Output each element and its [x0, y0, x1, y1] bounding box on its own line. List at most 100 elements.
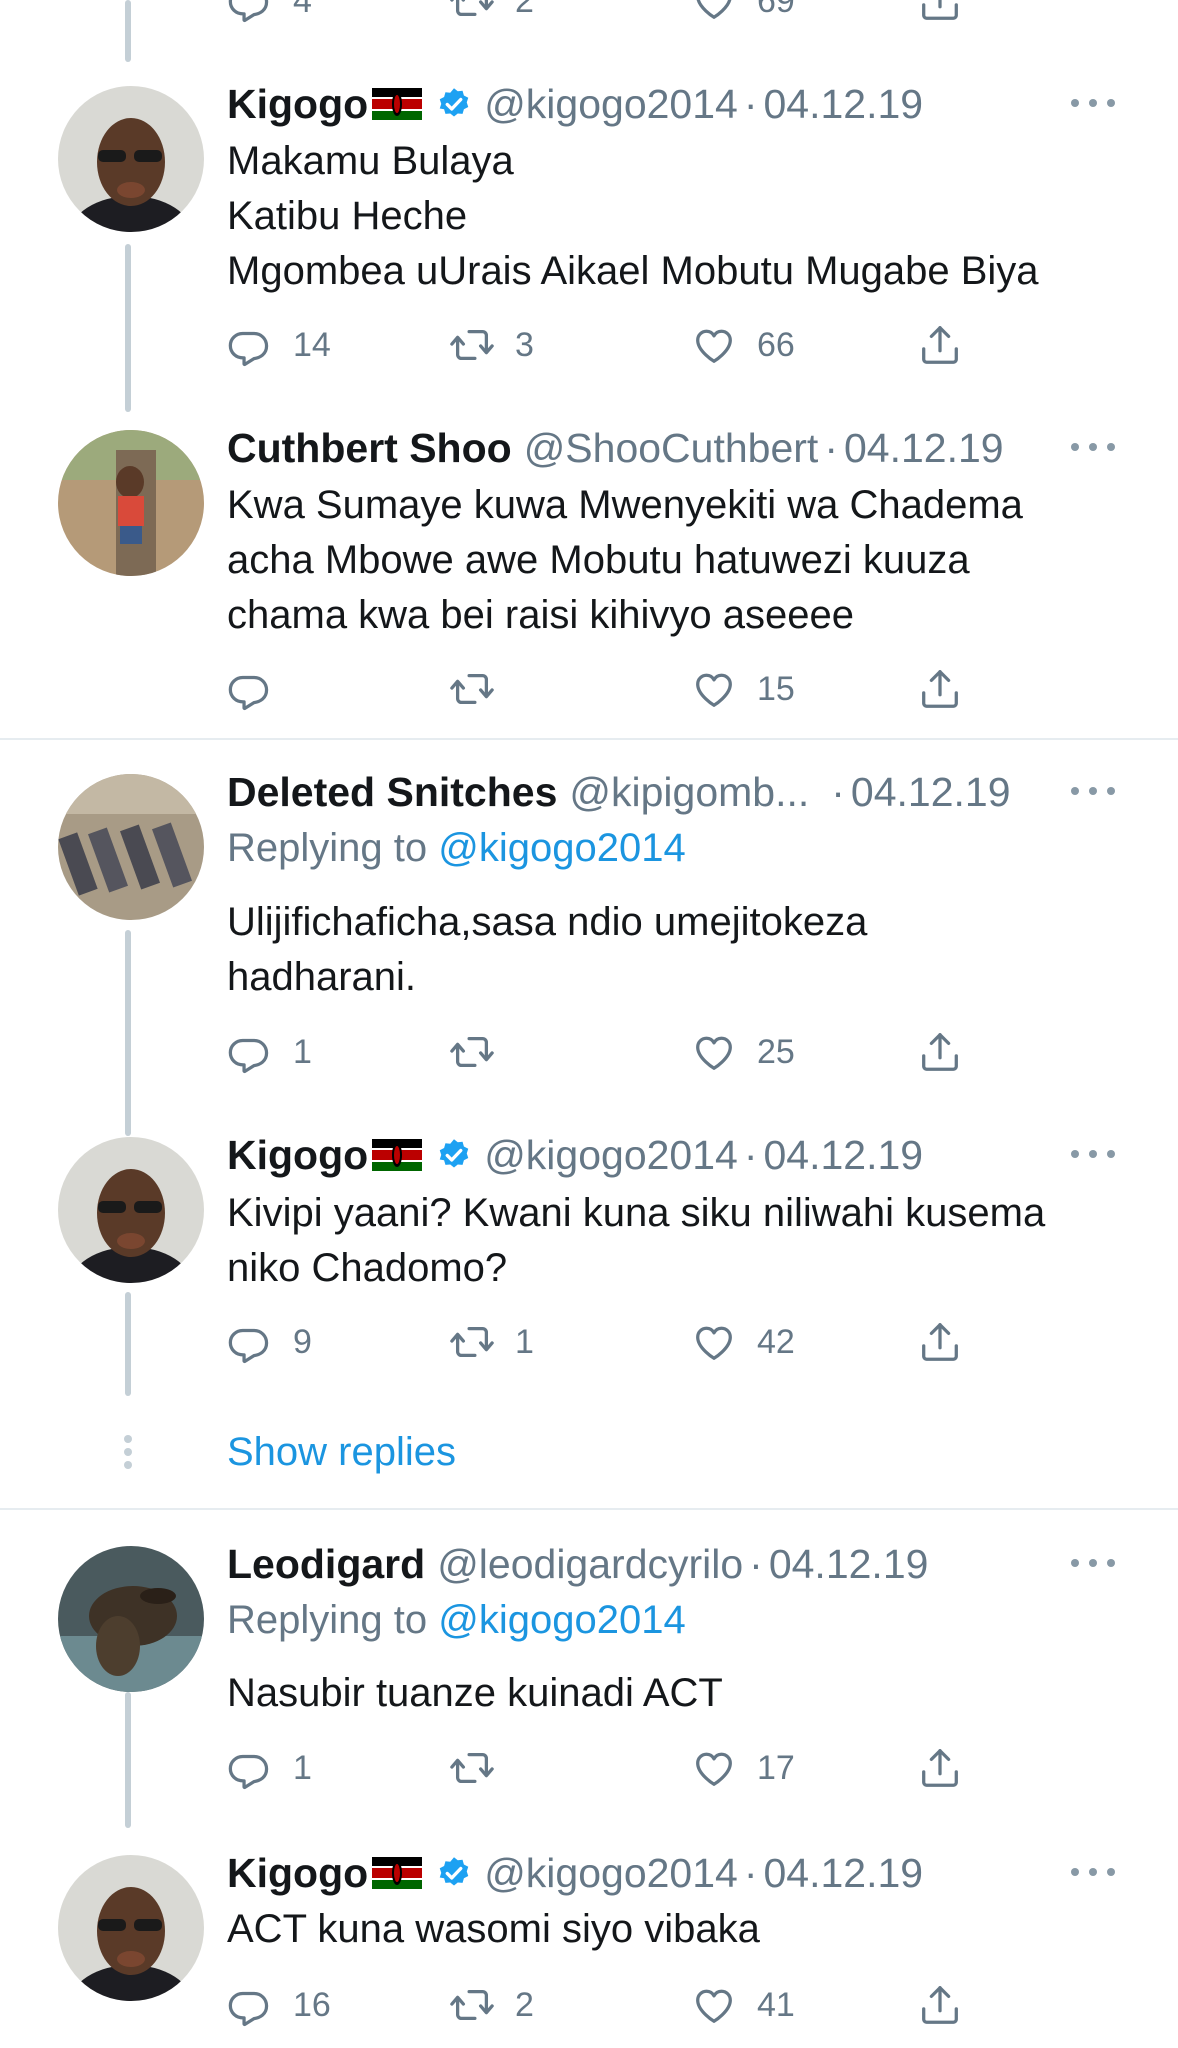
like-button[interactable]: 25: [691, 1027, 795, 1077]
retweet-icon: [449, 322, 495, 368]
share-button[interactable]: [917, 1743, 963, 1793]
tweet-date[interactable]: 04.12.19: [851, 769, 1011, 816]
user-handle[interactable]: @kigogo2014: [484, 81, 738, 128]
heart-icon: [691, 0, 737, 24]
mention-link[interactable]: @kigogo2014: [438, 1598, 685, 1642]
kenya-flag-icon: [372, 1139, 422, 1171]
avatar[interactable]: [58, 1855, 204, 2001]
tweet-date[interactable]: 04.12.19: [764, 81, 924, 128]
display-name[interactable]: Leodigard: [227, 1541, 425, 1588]
reply-button[interactable]: 9: [227, 1317, 312, 1367]
share-icon: [917, 666, 963, 712]
user-handle[interactable]: @kipigomb...: [569, 769, 809, 816]
reply-icon: [227, 322, 273, 368]
user-handle[interactable]: @kigogo2014: [484, 1850, 738, 1897]
tweet-date[interactable]: 04.12.19: [769, 1541, 929, 1588]
like-button[interactable]: 17: [691, 1743, 795, 1793]
share-icon: [917, 322, 963, 368]
like-button[interactable]: 69: [691, 0, 795, 26]
heart-icon: [691, 1029, 737, 1075]
separator-dot: ·: [831, 768, 845, 815]
more-options-icon[interactable]: [1070, 786, 1116, 796]
reply-button[interactable]: 4: [227, 0, 312, 26]
reply-count: 16: [293, 1985, 331, 2024]
avatar[interactable]: [58, 430, 204, 576]
user-handle[interactable]: @kigogo2014: [484, 1132, 738, 1179]
more-options-icon[interactable]: [1070, 1149, 1116, 1159]
reply-icon: [227, 1745, 273, 1791]
mention-link[interactable]: @kigogo2014: [438, 826, 685, 870]
reply-button[interactable]: [227, 664, 293, 714]
avatar[interactable]: [58, 1546, 204, 1692]
retweet-count: 3: [515, 325, 534, 364]
heart-icon: [691, 666, 737, 712]
thread-line: [125, 930, 131, 1136]
tweet-text-line: Mgombea uUrais Aikael Mobutu Mugabe Biya: [227, 249, 1039, 293]
share-button[interactable]: [917, 664, 963, 714]
retweet-button[interactable]: 1: [449, 1317, 534, 1367]
retweet-button[interactable]: [449, 664, 515, 714]
tweet-header: Leodigard @leodigardcyrilo · 04.12.19: [227, 1538, 1118, 1590]
tweet-date[interactable]: 04.12.19: [764, 1850, 924, 1897]
tweet-text-line: Nasubir tuanze kuinadi ACT: [227, 1671, 723, 1715]
retweet-count: 2: [515, 1985, 534, 2024]
avatar[interactable]: [58, 86, 204, 232]
reply-count: 1: [293, 1748, 312, 1787]
reply-count: 9: [293, 1322, 312, 1361]
share-button[interactable]: [917, 320, 963, 370]
tweet-date[interactable]: 04.12.19: [844, 425, 1004, 472]
more-options-icon[interactable]: [1070, 98, 1116, 108]
display-name[interactable]: Kigogo: [227, 1132, 368, 1179]
share-button[interactable]: [917, 1980, 963, 2030]
reply-button[interactable]: 14: [227, 320, 331, 370]
display-name[interactable]: Cuthbert Shoo: [227, 425, 512, 472]
retweet-button[interactable]: 3: [449, 320, 534, 370]
user-handle[interactable]: @leodigardcyrilo: [437, 1541, 743, 1588]
share-icon: [917, 0, 963, 24]
share-button[interactable]: [917, 1027, 963, 1077]
tweet-date[interactable]: 04.12.19: [764, 1132, 924, 1179]
avatar[interactable]: [58, 1137, 204, 1283]
share-button[interactable]: [917, 0, 963, 26]
retweet-button[interactable]: 2: [449, 1980, 534, 2030]
more-options-icon[interactable]: [1070, 1558, 1116, 1568]
display-name[interactable]: Kigogo: [227, 1850, 368, 1897]
like-button[interactable]: 42: [691, 1317, 795, 1367]
more-options-icon[interactable]: [1070, 442, 1116, 452]
replying-to-label: Replying to: [227, 826, 428, 870]
retweet-icon: [449, 666, 495, 712]
tweet-header: Cuthbert Shoo @ShooCuthbert · 04.12.19: [227, 422, 1118, 474]
display-name[interactable]: Kigogo: [227, 81, 368, 128]
retweet-button[interactable]: [449, 1027, 515, 1077]
retweet-icon: [449, 1745, 495, 1791]
tweet-actions: 16 2 41: [227, 1980, 987, 2030]
tweet-actions: 1 17: [227, 1743, 987, 1793]
tweet-text: Kivipi yaani? Kwani kuna siku niliwahi k…: [227, 1186, 1045, 1296]
like-button[interactable]: 41: [691, 1980, 795, 2030]
more-options-icon[interactable]: [1070, 1867, 1116, 1877]
retweet-button[interactable]: [449, 1743, 515, 1793]
reply-button[interactable]: 1: [227, 1027, 312, 1077]
reply-icon: [227, 1982, 273, 2028]
like-count: 25: [757, 1032, 795, 1071]
user-handle[interactable]: @ShooCuthbert: [524, 425, 819, 472]
like-button[interactable]: 66: [691, 320, 795, 370]
tweet-actions: 9 1 42: [227, 1317, 987, 1367]
replying-to-label: Replying to: [227, 1598, 428, 1642]
show-replies-link[interactable]: Show replies: [227, 1430, 456, 1475]
display-name[interactable]: Deleted Snitches: [227, 769, 557, 816]
retweet-icon: [449, 1319, 495, 1365]
tweet-actions: 15: [227, 664, 987, 714]
avatar[interactable]: [58, 774, 204, 920]
share-button[interactable]: [917, 1317, 963, 1367]
replying-to: Replying to @kigogo2014: [227, 826, 686, 871]
reply-button[interactable]: 1: [227, 1743, 312, 1793]
vertical-dots-icon: [124, 1435, 132, 1469]
retweet-count: 2: [515, 0, 534, 20]
thread-line: [125, 1692, 131, 1828]
retweet-button[interactable]: 2: [449, 0, 534, 26]
reply-button[interactable]: 16: [227, 1980, 331, 2030]
like-button[interactable]: 15: [691, 664, 795, 714]
replying-to: Replying to @kigogo2014: [227, 1598, 686, 1643]
heart-icon: [691, 1319, 737, 1365]
